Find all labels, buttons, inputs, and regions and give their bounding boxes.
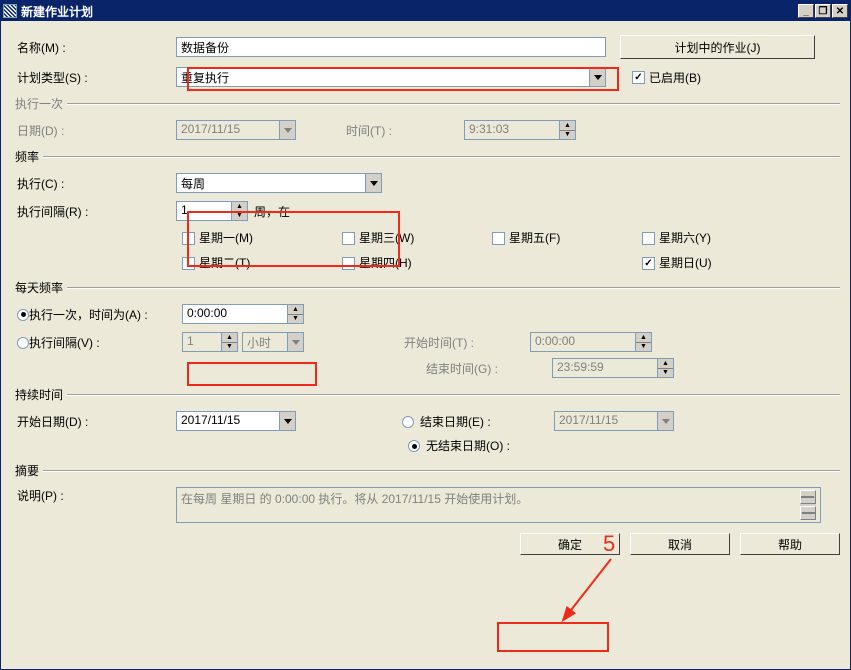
daily-once-time[interactable]: 0:00:00 ▲▼ bbox=[182, 304, 304, 324]
chevron-down-icon[interactable] bbox=[365, 174, 381, 192]
freq-interval-unit: 周，在 bbox=[254, 203, 290, 220]
scroll-down-icon[interactable] bbox=[800, 506, 816, 520]
once-date-picker: 2017/11/15 bbox=[176, 120, 296, 140]
daily-interval-label: 执行间隔(V) : bbox=[29, 334, 182, 351]
freq-exec-combo[interactable]: 每周 bbox=[176, 173, 382, 193]
daily-start-time: 0:00:00 ▲▼ bbox=[530, 332, 652, 352]
cancel-button[interactable]: 取消 bbox=[630, 533, 730, 555]
dialog-window: 新建作业计划 _ ❐ ✕ 名称(M) : 计划中的作业(J) 计划类型(S) :… bbox=[0, 0, 851, 670]
chevron-down-icon[interactable] bbox=[279, 412, 295, 430]
end-date-label: 结束日期(E) : bbox=[420, 413, 554, 430]
freq-group-label: 频率 bbox=[11, 148, 43, 165]
duration-group-label: 持续时间 bbox=[11, 386, 67, 403]
chevron-down-icon bbox=[279, 121, 295, 139]
duration-start-date[interactable]: 2017/11/15 bbox=[176, 411, 296, 431]
daily-interval-unit: 小时 bbox=[242, 332, 304, 352]
chevron-down-icon[interactable] bbox=[589, 68, 605, 86]
fri-checkbox[interactable] bbox=[492, 232, 505, 245]
summary-desc-label: 说明(P) : bbox=[11, 487, 176, 504]
restore-button[interactable]: ❐ bbox=[815, 4, 831, 18]
chevron-down-icon bbox=[657, 412, 673, 430]
schedule-type-label: 计划类型(S) : bbox=[11, 69, 176, 86]
tue-checkbox[interactable] bbox=[182, 257, 195, 270]
once-time-input: 9:31:03 ▲▼ bbox=[464, 120, 576, 140]
close-button[interactable]: ✕ bbox=[832, 4, 848, 18]
daily-interval-n: 1 ▲▼ bbox=[182, 332, 238, 352]
daily-interval-radio[interactable] bbox=[17, 337, 29, 349]
wed-checkbox[interactable] bbox=[342, 232, 355, 245]
end-date-radio[interactable] bbox=[402, 416, 414, 428]
titlebar: 新建作业计划 _ ❐ ✕ bbox=[1, 1, 850, 21]
annotation-arrow bbox=[556, 554, 616, 632]
duration-start-label: 开始日期(D) : bbox=[11, 413, 176, 430]
name-label: 名称(M) : bbox=[11, 39, 176, 56]
daily-once-radio[interactable] bbox=[17, 309, 29, 321]
window-title: 新建作业计划 bbox=[21, 3, 798, 20]
schedule-type-value: 重复执行 bbox=[177, 68, 589, 86]
app-icon bbox=[3, 4, 17, 18]
sat-checkbox[interactable] bbox=[642, 232, 655, 245]
enabled-checkbox[interactable]: ✓ bbox=[632, 71, 645, 84]
duration-end-date: 2017/11/15 bbox=[554, 411, 674, 431]
once-time-label: 时间(T) : bbox=[340, 122, 392, 139]
chevron-down-icon bbox=[287, 333, 303, 351]
scroll-up-icon[interactable] bbox=[800, 490, 816, 504]
daily-start-label: 开始时间(T) : bbox=[404, 334, 530, 351]
minimize-button[interactable]: _ bbox=[798, 4, 814, 18]
schedule-type-combo[interactable]: 重复执行 bbox=[176, 67, 606, 87]
enabled-label: 已启用(B) bbox=[649, 69, 701, 86]
name-input[interactable] bbox=[176, 37, 606, 57]
summary-group-label: 摘要 bbox=[11, 462, 43, 479]
once-date-label: 日期(D) : bbox=[11, 122, 176, 139]
summary-description: 在每周 星期日 的 0:00:00 执行。将从 2017/11/15 开始使用计… bbox=[176, 487, 821, 523]
daily-group-label: 每天频率 bbox=[11, 279, 67, 296]
daily-end-time: 23:59:59 ▲▼ bbox=[552, 358, 674, 378]
freq-exec-label: 执行(C) : bbox=[11, 175, 176, 192]
mon-checkbox[interactable] bbox=[182, 232, 195, 245]
scrollbar[interactable] bbox=[800, 490, 816, 520]
jobs-in-schedule-button[interactable]: 计划中的作业(J) bbox=[620, 35, 815, 59]
help-button[interactable]: 帮助 bbox=[740, 533, 840, 555]
thu-checkbox[interactable] bbox=[342, 257, 355, 270]
daily-end-label: 结束时间(G) : bbox=[426, 360, 552, 377]
once-group-label: 执行一次 bbox=[11, 95, 67, 112]
no-end-date-label: 无结束日期(O) : bbox=[426, 437, 510, 454]
no-end-date-radio[interactable] bbox=[408, 440, 420, 452]
daily-once-label: 执行一次，时间为(A) : bbox=[29, 306, 182, 323]
sun-checkbox[interactable]: ✓ bbox=[642, 257, 655, 270]
freq-interval-label: 执行间隔(R) : bbox=[11, 203, 176, 220]
dialog-content: 名称(M) : 计划中的作业(J) 计划类型(S) : 重复执行 ✓ 已启用(B… bbox=[1, 21, 850, 669]
freq-interval-spin[interactable]: 1 ▲▼ bbox=[176, 201, 248, 221]
